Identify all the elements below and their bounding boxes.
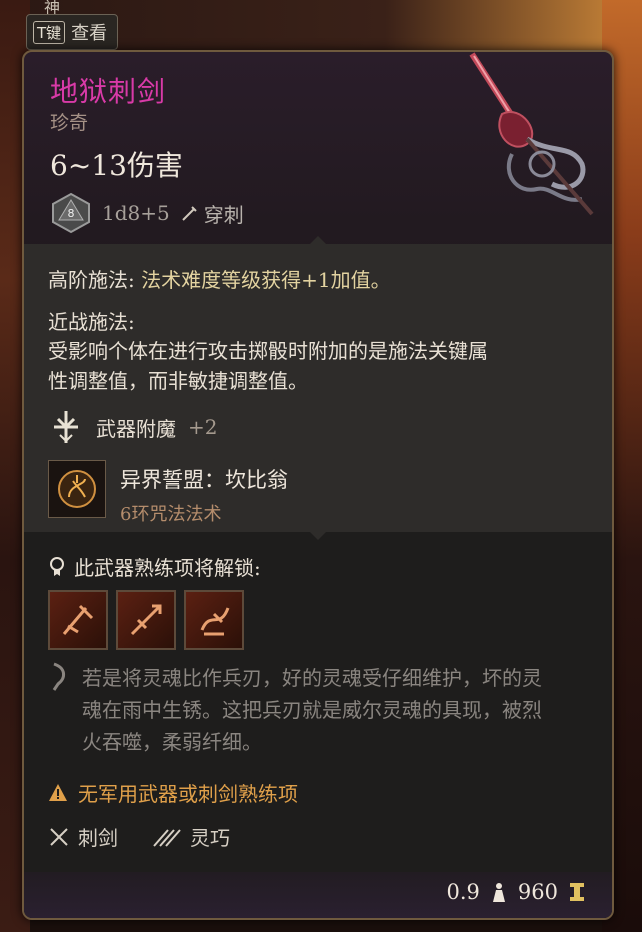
- granted-spell[interactable]: 异界誓盟：坎比翁 6环咒法法术: [48, 460, 288, 526]
- melee-spell-desc: 受影响个体在进行攻击掷骰时附加的是施法关键属 性调整值，而非敏捷调整值。: [48, 336, 548, 396]
- melee-spell-title: 近战施法:: [48, 310, 135, 334]
- item-rarity: 珍奇: [50, 112, 89, 134]
- rapier-type-icon: [50, 827, 68, 846]
- superior-spell-desc: 法术难度等级获得+1加值。: [141, 268, 391, 292]
- item-damage: 6~13伤害: [50, 149, 183, 182]
- finesse-icon: [153, 828, 181, 847]
- gold-coin-icon: [570, 883, 584, 901]
- flavor-line3: 火吞噬，柔弱纤细。: [82, 730, 262, 754]
- inspect-key-hint[interactable]: T键 查看: [26, 14, 119, 50]
- proficiency-unlock: 此武器熟练项将解锁:: [48, 552, 261, 581]
- item-name: 地狱刺剑: [50, 75, 167, 108]
- weapon-enchantment: 武器附魔 +2: [48, 409, 217, 445]
- weapon-action-3[interactable]: [184, 590, 244, 650]
- melee-desc-line1: 受影响个体在进行攻击掷骰时附加的是施法关键属: [48, 339, 488, 363]
- footer-values: 0.9 960: [447, 880, 587, 904]
- damage-dice-row: 8 1d8+5 穿刺: [50, 192, 244, 234]
- lacerate-action-icon: [62, 604, 94, 635]
- tooltip-header: 地狱刺剑 珍奇 6~13伤害 8 1d8+5 穿刺: [24, 52, 612, 242]
- spell-level: 6环咒法法术: [120, 504, 222, 525]
- finesse-label: 灵巧: [190, 826, 230, 850]
- d8-die-icon: 8: [52, 192, 90, 234]
- tooltip-footer: 0.9 960: [24, 872, 612, 918]
- warning-icon: [49, 783, 67, 801]
- flavor-line1: 若是将灵魂比作兵刃，好的灵魂受仔细维护，坏的灵: [82, 666, 542, 690]
- superior-spell-title: 高阶施法:: [48, 268, 135, 292]
- piercing-icon: [182, 206, 197, 221]
- item-weight: 0.9: [446, 880, 480, 904]
- rapier-artwork-icon: [469, 52, 594, 216]
- properties-section: 高阶施法: 法术难度等级获得+1加值。 近战施法: 受影响个体在进行攻击掷骰时附…: [24, 236, 612, 532]
- damage-type: 穿刺: [180, 199, 244, 228]
- flourish-action-icon: [200, 607, 230, 636]
- divider-notch: [310, 236, 326, 244]
- spell-name: 异界誓盟：坎比翁: [120, 468, 288, 492]
- quill-icon: [52, 662, 65, 691]
- flavor-text: 若是将灵魂比作兵刃，好的灵魂受仔细维护，坏的灵 魂在雨中生锈。这把兵刃就是威尔灵…: [48, 662, 582, 758]
- flavor-line2: 魂在雨中生锈。这把兵刃就是威尔灵魂的具现，被烈: [82, 698, 542, 722]
- inspect-label: 查看: [71, 23, 108, 44]
- melee-desc-line2: 性调整值，而非敏捷调整值。: [48, 369, 308, 393]
- enchantment-label: 武器附魔: [96, 416, 176, 441]
- weapon-properties: 刺剑 灵巧: [48, 822, 230, 851]
- damage-type-label: 穿刺: [203, 202, 244, 227]
- weapon-type-label: 刺剑: [78, 826, 118, 850]
- proficiency-warning: 无军用武器或刺剑熟练项: [48, 778, 298, 807]
- unlock-label: 此武器熟练项将解锁:: [74, 556, 261, 580]
- item-tooltip: 地狱刺剑 珍奇 6~13伤害 8 1d8+5 穿刺 高阶施法: 法术难度等级获得…: [22, 50, 614, 920]
- proficiency-icon: [50, 556, 64, 576]
- weapon-action-1[interactable]: [48, 590, 108, 650]
- key-cap: T键: [33, 20, 66, 44]
- spell-icon: [48, 460, 106, 518]
- item-value: 960: [517, 880, 558, 904]
- pact-of-cambion-icon: [58, 470, 96, 508]
- piercing-strike-action-icon: [130, 604, 162, 636]
- weight-icon: [492, 883, 505, 902]
- enchantment-icon: [54, 411, 78, 443]
- weapon-action-2[interactable]: [116, 590, 176, 650]
- proficiency-section: 此武器熟练项将解锁: 若是将灵魂比作兵刃，好的灵魂受仔细维护，坏的灵 魂在雨中生…: [24, 532, 612, 918]
- enchantment-bonus: +2: [188, 415, 218, 439]
- dice-formula: 1d8+5: [102, 201, 170, 225]
- divider-notch: [310, 532, 326, 540]
- weapon-actions: [48, 590, 244, 650]
- die-face: 8: [68, 207, 75, 220]
- superior-spellcasting: 高阶施法: 法术难度等级获得+1加值。: [48, 264, 391, 293]
- warning-text: 无军用武器或刺剑熟练项: [78, 782, 298, 806]
